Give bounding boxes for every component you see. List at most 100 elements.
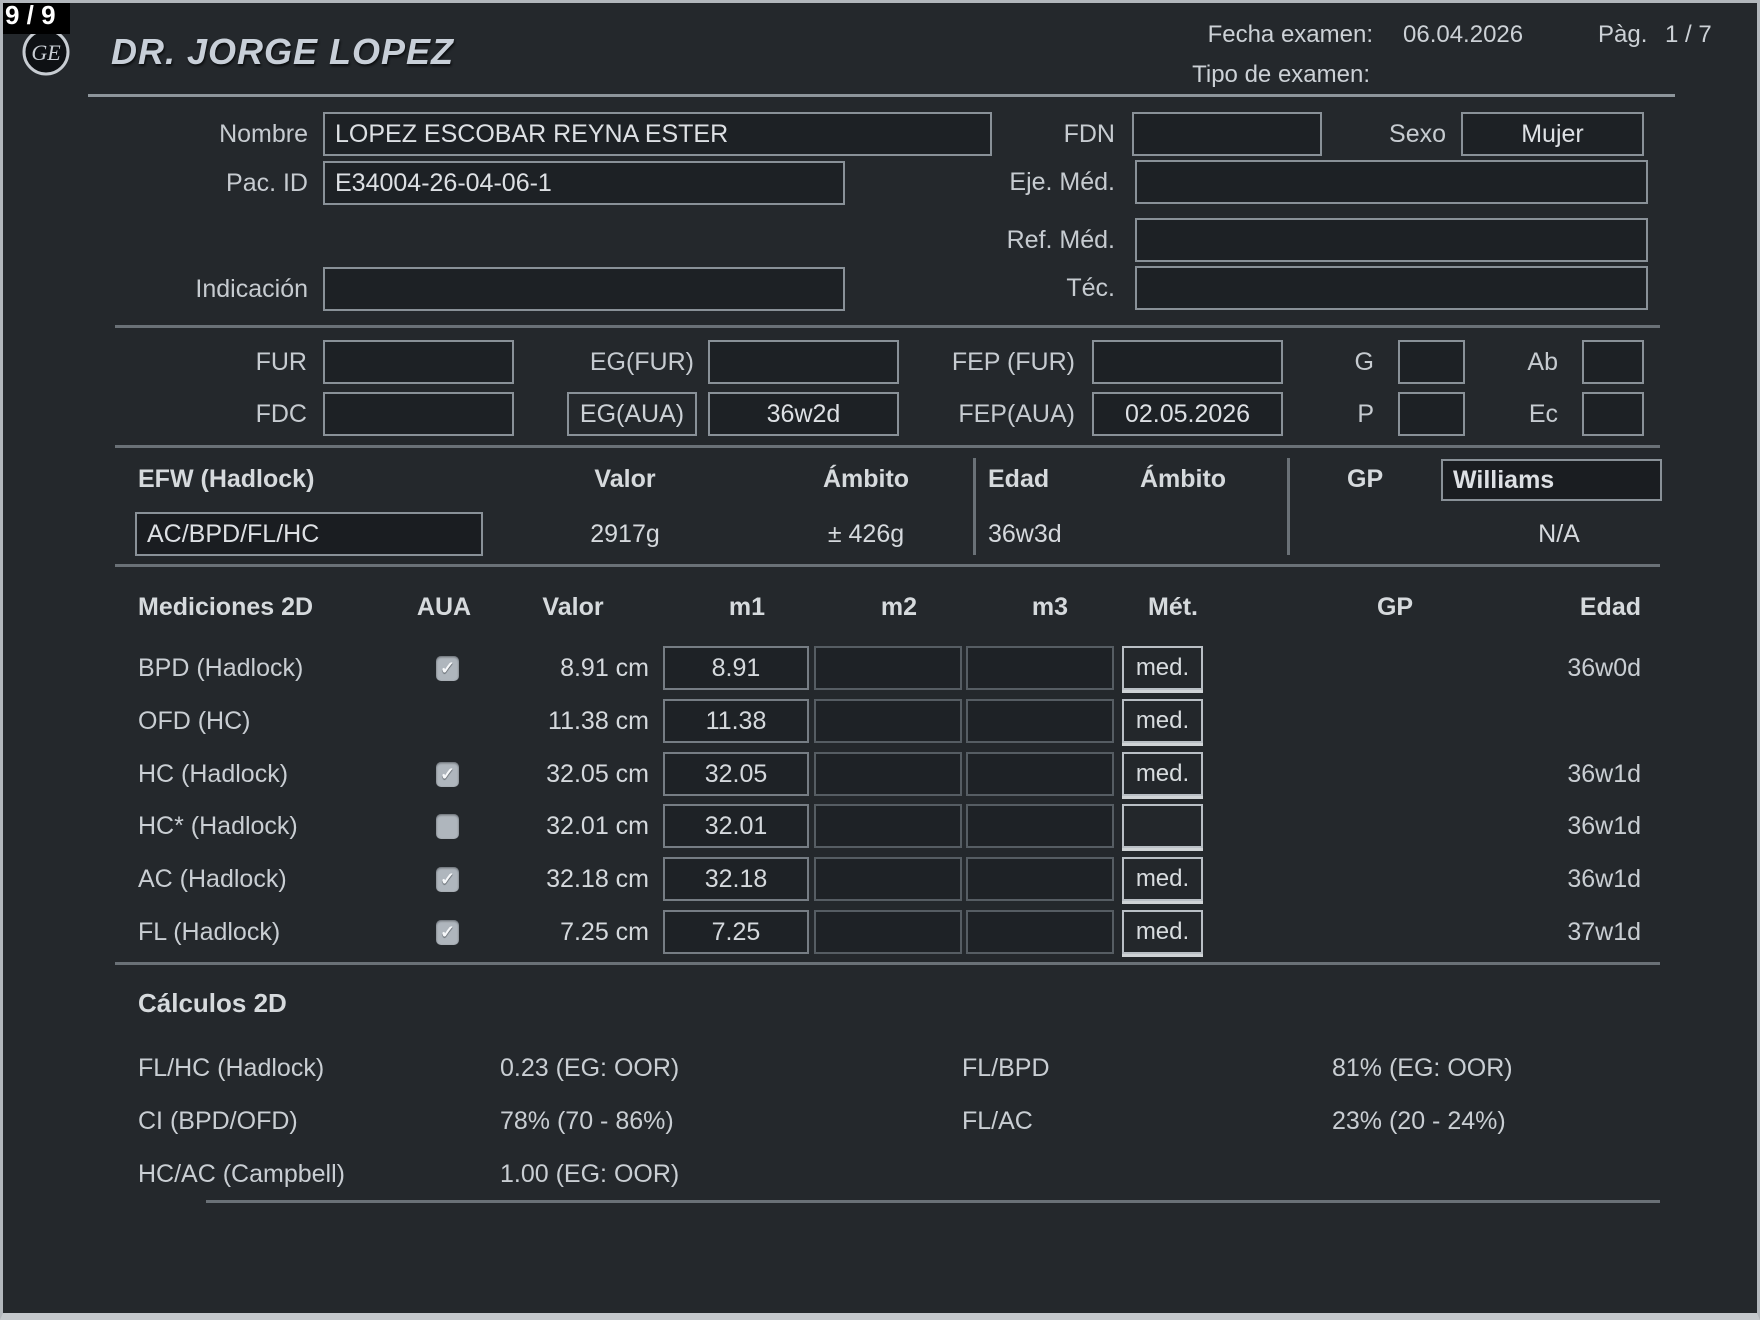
name-field[interactable]: LOPEZ ESCOBAR REYNA ESTER [323,112,992,156]
efw-formula-field[interactable]: AC/BPD/FL/HC [135,512,483,556]
efw-title: EFW (Hadlock) [138,465,315,493]
birthdate-label: FDN [1063,120,1115,148]
table-row: OFD (HC) 11.38 cm 11.38 med. [3,699,1757,744]
referring-md-label: Ref. Méd. [1006,226,1115,254]
exam-type-label: Tipo de examen: [1192,61,1370,88]
table-row: HC* (Hadlock) 32.01 cm 32.01 36w1d [3,804,1757,849]
section-divider [206,1200,1660,1203]
gravida-label: G [1354,348,1374,376]
page-indicator: 9 / 9 [3,3,70,34]
m1-field[interactable]: 32.01 [663,804,809,848]
measurement-value: 8.91 cm [560,654,649,682]
m3-field[interactable] [966,804,1114,848]
measurement-value: 32.05 cm [546,760,649,788]
abortions-field[interactable] [1582,340,1644,384]
m3-field[interactable] [966,646,1114,690]
m3-field[interactable] [966,699,1114,743]
ectopic-label: Ec [1528,400,1558,428]
m2-field[interactable] [814,646,962,690]
table-row: AC (Hadlock) 32.18 cm 32.18 med. 36w1d [3,857,1757,902]
page-label: Pàg. [1598,21,1648,48]
efw-gp-header: GP [1347,465,1384,493]
tech-field[interactable] [1135,266,1648,310]
calc-value: 1.00 (EG: OOR) [500,1160,680,1188]
calc-value: 23% (20 - 24%) [1332,1107,1506,1135]
calc-label: HC/AC (Campbell) [138,1160,345,1188]
m2-field[interactable] [814,910,962,954]
table-row: HC (Hadlock) 32.05 cm 32.05 med. 36w1d [3,752,1757,797]
measurements-title: Mediciones 2D [138,593,314,621]
edad-value: 36w1d [1567,760,1641,788]
measurement-label: HC (Hadlock) [138,760,289,788]
efw-gp-method-field[interactable]: Williams [1441,459,1662,501]
m2-field[interactable] [814,804,962,848]
m1-field[interactable]: 32.18 [663,857,809,901]
patient-id-field[interactable]: E34004-26-04-06-1 [323,161,845,205]
method-button[interactable]: med. [1122,699,1203,743]
col-valor: Valor [542,593,604,621]
col-edad: Edad [1579,593,1641,621]
method-button[interactable]: med. [1122,910,1203,954]
indication-field[interactable] [323,267,845,311]
section-divider [115,564,1660,567]
svg-text:GE: GE [31,40,61,65]
efw-vertical-divider [1287,458,1290,555]
fdc-field[interactable] [323,392,514,436]
sex-field[interactable]: Mujer [1461,112,1644,156]
m2-field[interactable] [814,699,962,743]
tech-label: Téc. [1066,274,1115,302]
measurement-label: OFD (HC) [138,707,251,735]
method-button[interactable]: med. [1122,857,1203,901]
efw-valor-header: Valor [594,465,656,493]
patient-id-label: Pac. ID [226,169,308,197]
calculations-title: Cálculos 2D [138,988,287,1018]
referring-md-field[interactable] [1135,218,1648,262]
eg-fur-label: EG(FUR) [589,348,694,376]
table-row: BPD (Hadlock) 8.91 cm 8.91 med. 36w0d [3,646,1757,691]
performing-md-field[interactable] [1135,160,1648,204]
m2-field[interactable] [814,857,962,901]
doctor-title: DR. JORGE LOPEZ [111,31,455,72]
name-label: Nombre [219,120,308,148]
m2-field[interactable] [814,752,962,796]
calc-label: CI (BPD/OFD) [138,1107,298,1135]
section-divider [115,962,1660,965]
table-row: FL (Hadlock) 7.25 cm 7.25 med. 37w1d [3,910,1757,955]
measurement-label: AC (Hadlock) [138,865,287,893]
measurement-value: 7.25 cm [560,918,649,946]
m3-field[interactable] [966,910,1114,954]
fep-aua-label: FEP(AUA) [958,400,1075,428]
edad-value: 36w1d [1567,812,1641,840]
ge-logo-icon: GE [21,27,71,77]
exam-date-value: 06.04.2026 [1403,21,1524,48]
m1-field[interactable]: 7.25 [663,910,809,954]
efw-vertical-divider [973,458,976,555]
page-value: 1 / 7 [1665,21,1712,48]
edad-value: 36w1d [1567,865,1641,893]
m1-field[interactable]: 8.91 [663,646,809,690]
eg-aua-button[interactable]: EG(AUA) [567,392,697,436]
ectopic-field[interactable] [1582,392,1644,436]
efw-ambito2-header: Ámbito [1139,465,1227,493]
m3-field[interactable] [966,752,1114,796]
eg-aua-field[interactable]: 36w2d [708,392,899,436]
col-m1: m1 [728,593,766,621]
m1-field[interactable]: 11.38 [663,699,809,743]
measurement-label: FL (Hadlock) [138,918,281,946]
calc-value: 81% (EG: OOR) [1332,1054,1513,1082]
m1-field[interactable]: 32.05 [663,752,809,796]
calc-value: 0.23 (EG: OOR) [500,1054,680,1082]
fur-field[interactable] [323,340,514,384]
method-button[interactable] [1122,804,1203,848]
calc-value: 78% (70 - 86%) [500,1107,674,1135]
calc-label: FL/HC (Hadlock) [138,1054,325,1082]
edad-value: 36w0d [1567,654,1641,682]
m3-field[interactable] [966,857,1114,901]
section-divider [115,445,1660,448]
efw-edad-header: Edad [988,465,1050,493]
eg-fur-field[interactable] [708,340,899,384]
method-button[interactable]: med. [1122,752,1203,796]
method-button[interactable]: med. [1122,646,1203,690]
report-window: 9 / 9 GE DR. JORGE LOPEZ Fecha examen: 0… [0,0,1760,1320]
efw-valor-value: 2917g [590,520,660,548]
